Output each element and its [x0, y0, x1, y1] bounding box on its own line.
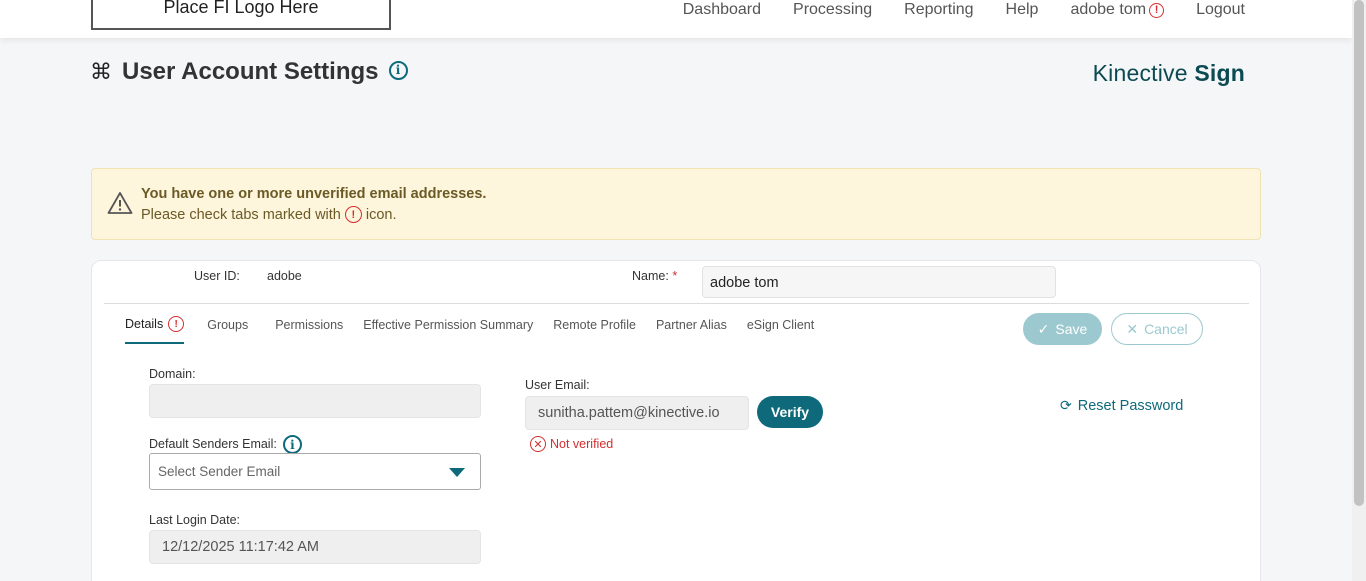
logo-text: Place FI Logo Here [163, 0, 319, 17]
settings-tabs: Details ! Groups Permissions Effective P… [125, 312, 834, 344]
refresh-icon: ⟳ [1060, 397, 1072, 413]
alert-text-after: icon. [365, 206, 397, 223]
unverified-email-alert: You have one or more unverified email ad… [91, 168, 1261, 240]
alert-exclamation-icon: ! [344, 206, 362, 223]
header-divider [104, 303, 1249, 304]
save-button[interactable]: ✓ Save [1023, 313, 1102, 345]
default-sender-label-text: Default Senders Email: [149, 436, 277, 451]
save-label: Save [1055, 321, 1088, 337]
verify-button[interactable]: Verify [757, 396, 823, 428]
close-icon: ✕ [1126, 320, 1139, 337]
required-mark: * [672, 269, 678, 283]
tab-alert-icon: ! [168, 316, 185, 332]
settings-card: User ID: adobe Name: * adobe tom Details… [91, 260, 1261, 581]
name-label-text: Name: [632, 269, 669, 283]
warning-icon [107, 192, 133, 214]
page-scrollbar[interactable] [1352, 0, 1366, 581]
domain-label: Domain: [149, 367, 196, 381]
default-sender-placeholder: Select Sender Email [158, 464, 281, 479]
page-title: User Account Settings [122, 58, 379, 85]
nav-help[interactable]: Help [1006, 1, 1039, 19]
command-icon: ⌘ [90, 59, 112, 84]
brand-name-light: Kinective [1092, 60, 1188, 86]
not-verified-text: Not verified [550, 437, 614, 451]
default-sender-select[interactable]: Select Sender Email [149, 453, 481, 490]
tab-partner-alias[interactable]: Partner Alias [656, 312, 727, 344]
info-icon[interactable]: i [388, 60, 408, 80]
brand-name-bold: Sign [1194, 60, 1245, 86]
tab-effective-permission-summary[interactable]: Effective Permission Summary [363, 312, 533, 344]
tab-esign-client[interactable]: eSign Client [747, 312, 814, 344]
email-status: ✕ Not verified [530, 436, 613, 452]
nav-dashboard[interactable]: Dashboard [683, 1, 761, 19]
tab-permissions[interactable]: Permissions [275, 312, 343, 344]
user-email-label: User Email: [525, 378, 590, 392]
info-icon[interactable]: i [282, 435, 302, 454]
user-id-label: User ID: [194, 269, 240, 283]
top-navigation: Place FI Logo Here Dashboard Processing … [0, 0, 1352, 38]
page-header: ⌘ User Account Settings i [90, 58, 408, 86]
last-login-field: 12/12/2025 11:17:42 AM [149, 530, 481, 564]
cancel-label: Cancel [1144, 321, 1188, 337]
tab-details[interactable]: Details ! [125, 312, 185, 344]
name-label: Name: * [632, 269, 677, 283]
tab-remote-profile[interactable]: Remote Profile [553, 312, 636, 344]
default-sender-label: Default Senders Email: i [149, 435, 302, 454]
nav-logout[interactable]: Logout [1196, 1, 1245, 19]
name-input[interactable]: adobe tom [702, 266, 1056, 298]
nav-user-name: adobe tom [1070, 1, 1147, 18]
nav-links: Dashboard Processing Reporting Help adob… [683, 0, 1245, 20]
last-login-label: Last Login Date: [149, 513, 241, 527]
tab-details-label: Details [125, 317, 164, 331]
user-id-value: adobe [267, 269, 302, 283]
logo-placeholder: Place FI Logo Here [91, 0, 391, 30]
check-icon: ✓ [1037, 320, 1050, 337]
error-icon: ✕ [530, 436, 546, 452]
user-email-field[interactable]: sunitha.pattem@kinective.io [525, 396, 749, 430]
alert-text-before: Please check tabs marked with [141, 206, 341, 223]
reset-password-link[interactable]: ⟳ Reset Password [1060, 397, 1183, 414]
nav-reporting[interactable]: Reporting [904, 1, 973, 19]
alert-title: You have one or more unverified email ad… [141, 186, 487, 202]
brand-logo: Kinective Sign [1093, 60, 1245, 87]
nav-user-menu[interactable]: adobe tom! [1070, 1, 1165, 19]
chevron-down-icon [449, 468, 465, 477]
nav-processing[interactable]: Processing [793, 1, 872, 19]
alert-message: Please check tabs marked with ! icon. [141, 206, 397, 223]
domain-field[interactable] [149, 384, 481, 418]
cancel-button[interactable]: ✕ Cancel [1111, 313, 1203, 345]
tab-groups[interactable]: Groups [207, 312, 248, 344]
scrollbar-thumb[interactable] [1354, 0, 1364, 506]
reset-password-label: Reset Password [1077, 397, 1184, 414]
alert-icon: ! [1149, 2, 1165, 18]
